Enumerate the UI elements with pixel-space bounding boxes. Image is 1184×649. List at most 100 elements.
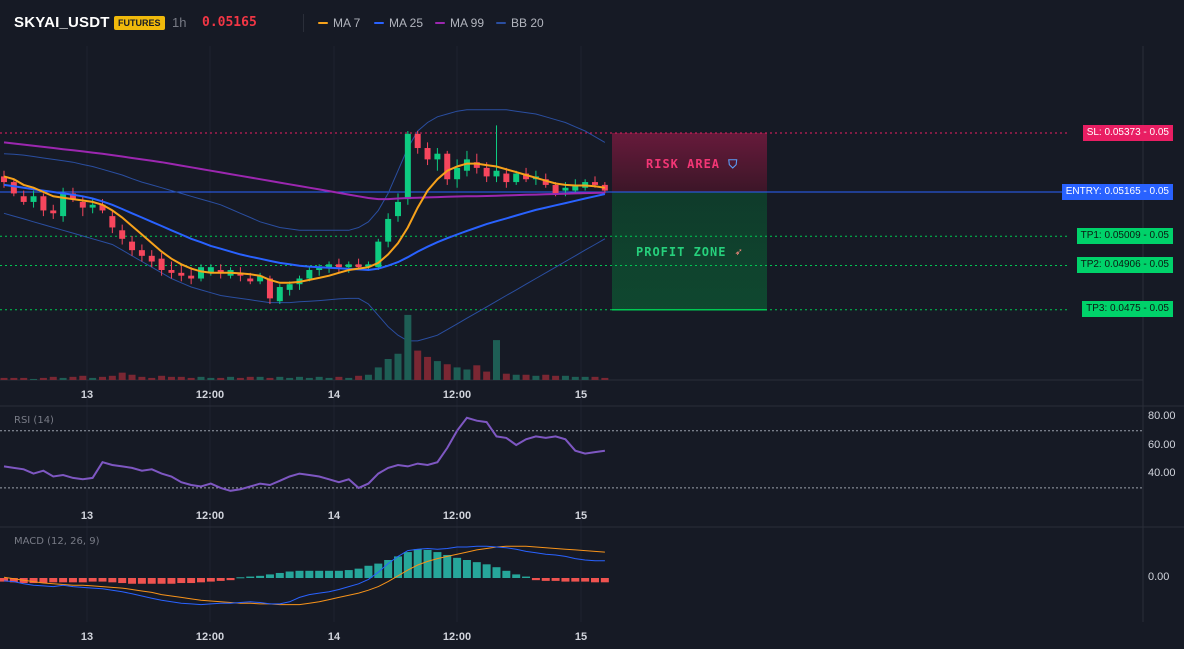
tp1-price-tag: TP1: 0.05009 - 0.05 xyxy=(1076,228,1173,244)
macd-histogram-bar xyxy=(285,571,294,578)
volume-bar xyxy=(236,377,244,380)
profit-zone-label: PROFIT ZONE ➶ xyxy=(636,245,743,259)
rsi-title: RSI (14) xyxy=(14,415,54,426)
macd-histogram-bar xyxy=(88,578,97,582)
volume-bar xyxy=(433,361,441,380)
macd-histogram-bar xyxy=(512,574,521,578)
candle-body xyxy=(198,267,204,279)
macd-histogram-bar xyxy=(522,576,531,578)
volume-bar xyxy=(315,376,323,380)
macd-histogram-bar xyxy=(433,552,442,578)
macd-histogram-bar xyxy=(325,570,334,578)
volume-bar xyxy=(394,353,402,380)
volume-bar xyxy=(177,376,185,380)
x-label-1200-a: 12:00 xyxy=(195,389,225,401)
volume-bar xyxy=(601,377,609,380)
candle-body xyxy=(414,133,421,149)
candle-body xyxy=(158,258,165,271)
macd-histogram-bar xyxy=(462,560,471,578)
candle-body xyxy=(50,210,57,214)
tp2-price-tag: TP2: 0.04906 - 0.05 xyxy=(1076,257,1173,273)
volume-bar xyxy=(10,377,18,380)
volume-bar xyxy=(542,374,550,380)
tp1-tag-label: TP1: 0.05009 xyxy=(1080,230,1141,241)
candle-body xyxy=(10,182,17,194)
candle-body xyxy=(276,287,283,302)
volume-bars xyxy=(0,314,609,380)
volume-bar xyxy=(571,376,579,380)
volume-bar xyxy=(463,369,471,380)
sl-tag-label: SL: 0.05373 xyxy=(1086,127,1141,138)
rocket-icon: ➶ xyxy=(734,245,743,259)
rsi-tick-40: 40.00 xyxy=(1148,467,1176,479)
volume-bar xyxy=(79,375,87,380)
volume-bar xyxy=(374,367,382,380)
volume-bar xyxy=(158,375,166,380)
macd-histogram-bar xyxy=(561,578,570,582)
rsi-x-label-1200-a: 12:00 xyxy=(195,510,225,522)
macd-histogram-bar xyxy=(275,572,284,578)
candle-body xyxy=(335,264,342,268)
volume-bar xyxy=(118,372,126,380)
volume-bar xyxy=(30,378,38,380)
candle-body xyxy=(20,196,27,202)
macd-histogram-bar xyxy=(108,578,117,583)
candle-body xyxy=(30,196,37,202)
macd-histogram-bar xyxy=(118,578,127,584)
candle-body xyxy=(552,184,559,194)
volume-bar xyxy=(148,377,156,380)
macd-histogram-bar xyxy=(403,552,412,578)
panel-separators xyxy=(0,46,1184,622)
volume-bar xyxy=(108,375,116,380)
volume-bar xyxy=(99,376,106,380)
candle-body xyxy=(404,133,411,200)
sl-tag-value: 0.05 xyxy=(1149,127,1169,138)
macd-histogram-bar xyxy=(206,578,215,582)
macd-histogram-bar xyxy=(98,578,107,582)
macd-histogram-bar xyxy=(600,578,609,583)
volume-bar xyxy=(345,377,353,380)
macd-histogram-bar xyxy=(423,549,432,578)
macd-histogram-bar xyxy=(394,556,402,578)
candle-body xyxy=(483,167,490,177)
x-label-1200-b: 12:00 xyxy=(442,389,472,401)
volume-bar xyxy=(443,364,451,380)
candle-body xyxy=(247,278,254,282)
candle-body xyxy=(385,218,392,242)
tp3-price-tag: TP3: 0.0475 - 0.05 xyxy=(1082,301,1173,317)
macd-histogram-bar xyxy=(384,560,393,578)
rsi-tick-80: 80.00 xyxy=(1148,410,1176,422)
macd-histogram-bar xyxy=(236,577,245,579)
macd-x-label-1200-b: 12:00 xyxy=(442,631,472,643)
volume-bar xyxy=(591,376,599,380)
candle-body xyxy=(562,187,569,191)
volume-bar xyxy=(49,376,57,380)
moving-averages xyxy=(3,141,606,284)
tp2-tag-value: 0.05 xyxy=(1149,259,1169,270)
shield-icon: ⛉ xyxy=(728,157,739,171)
risk-area-label: RISK AREA ⛉ xyxy=(646,157,739,171)
macd-histogram-bar xyxy=(315,570,324,578)
macd-histogram-bar xyxy=(137,578,146,584)
volume-bar xyxy=(89,377,97,380)
macd-histogram-bar xyxy=(78,578,87,583)
volume-bar xyxy=(502,373,510,380)
macd-histogram-bar xyxy=(482,564,491,578)
volume-bar xyxy=(276,376,284,380)
macd-histogram-bar xyxy=(551,578,560,581)
volume-bar xyxy=(138,376,146,380)
macd-tick-zero: 0.00 xyxy=(1148,571,1170,583)
candle-body xyxy=(89,204,96,208)
tp2-tag-label: TP2: 0.04906 xyxy=(1080,259,1141,270)
rsi-x-label-13: 13 xyxy=(80,510,94,522)
macd-histogram-bar xyxy=(216,578,225,581)
price-chart[interactable] xyxy=(0,0,1184,649)
macd-histogram-bar xyxy=(502,570,511,578)
candle-body xyxy=(129,241,136,251)
macd-histogram-bar xyxy=(305,570,314,578)
candle-body xyxy=(454,167,461,180)
macd-histogram-bar xyxy=(187,578,196,584)
volume-bar xyxy=(256,376,264,380)
tp1-tag-value: 0.05 xyxy=(1149,230,1169,241)
candle-body xyxy=(178,272,185,276)
